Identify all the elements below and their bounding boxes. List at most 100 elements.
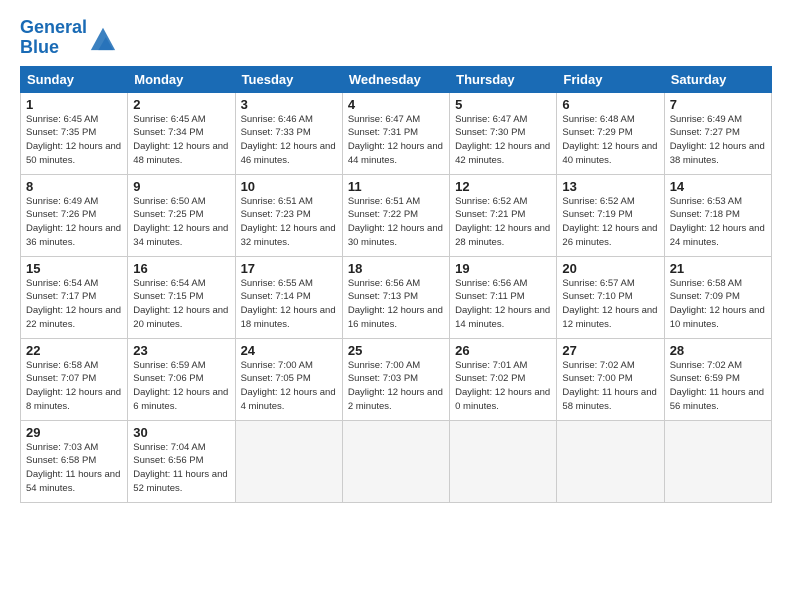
day-number: 11 — [348, 179, 444, 194]
header-friday: Friday — [557, 66, 664, 92]
calendar-day-cell: 15 Sunrise: 6:54 AMSunset: 7:17 PMDaylig… — [21, 256, 128, 338]
day-info: Sunrise: 6:48 AMSunset: 7:29 PMDaylight:… — [562, 113, 658, 168]
day-number: 10 — [241, 179, 337, 194]
calendar-day-cell: 8 Sunrise: 6:49 AMSunset: 7:26 PMDayligh… — [21, 174, 128, 256]
day-number: 18 — [348, 261, 444, 276]
day-info: Sunrise: 6:47 AMSunset: 7:31 PMDaylight:… — [348, 113, 444, 168]
calendar-header-row: Sunday Monday Tuesday Wednesday Thursday… — [21, 66, 772, 92]
day-info: Sunrise: 6:55 AMSunset: 7:14 PMDaylight:… — [241, 277, 337, 332]
header-sunday: Sunday — [21, 66, 128, 92]
calendar-day-cell: 10 Sunrise: 6:51 AMSunset: 7:23 PMDaylig… — [235, 174, 342, 256]
day-number: 22 — [26, 343, 122, 358]
calendar-day-cell — [235, 420, 342, 502]
day-info: Sunrise: 6:58 AMSunset: 7:09 PMDaylight:… — [670, 277, 766, 332]
day-number: 4 — [348, 97, 444, 112]
day-info: Sunrise: 6:53 AMSunset: 7:18 PMDaylight:… — [670, 195, 766, 250]
day-info: Sunrise: 6:49 AMSunset: 7:26 PMDaylight:… — [26, 195, 122, 250]
calendar-day-cell: 13 Sunrise: 6:52 AMSunset: 7:19 PMDaylig… — [557, 174, 664, 256]
day-number: 2 — [133, 97, 229, 112]
calendar-day-cell: 30 Sunrise: 7:04 AMSunset: 6:56 PMDaylig… — [128, 420, 235, 502]
calendar-day-cell: 3 Sunrise: 6:46 AMSunset: 7:33 PMDayligh… — [235, 92, 342, 174]
day-number: 5 — [455, 97, 551, 112]
day-info: Sunrise: 6:47 AMSunset: 7:30 PMDaylight:… — [455, 113, 551, 168]
calendar-day-cell: 5 Sunrise: 6:47 AMSunset: 7:30 PMDayligh… — [450, 92, 557, 174]
calendar-day-cell: 19 Sunrise: 6:56 AMSunset: 7:11 PMDaylig… — [450, 256, 557, 338]
calendar-day-cell: 11 Sunrise: 6:51 AMSunset: 7:22 PMDaylig… — [342, 174, 449, 256]
day-number: 1 — [26, 97, 122, 112]
day-number: 24 — [241, 343, 337, 358]
day-info: Sunrise: 6:52 AMSunset: 7:21 PMDaylight:… — [455, 195, 551, 250]
calendar-day-cell: 9 Sunrise: 6:50 AMSunset: 7:25 PMDayligh… — [128, 174, 235, 256]
calendar-day-cell: 18 Sunrise: 6:56 AMSunset: 7:13 PMDaylig… — [342, 256, 449, 338]
day-info: Sunrise: 7:02 AMSunset: 7:00 PMDaylight:… — [562, 359, 658, 414]
header-saturday: Saturday — [664, 66, 771, 92]
day-info: Sunrise: 6:45 AMSunset: 7:35 PMDaylight:… — [26, 113, 122, 168]
calendar-day-cell — [557, 420, 664, 502]
calendar-day-cell: 16 Sunrise: 6:54 AMSunset: 7:15 PMDaylig… — [128, 256, 235, 338]
day-number: 7 — [670, 97, 766, 112]
calendar-day-cell: 4 Sunrise: 6:47 AMSunset: 7:31 PMDayligh… — [342, 92, 449, 174]
calendar-day-cell: 20 Sunrise: 6:57 AMSunset: 7:10 PMDaylig… — [557, 256, 664, 338]
day-number: 26 — [455, 343, 551, 358]
logo-icon — [89, 24, 117, 52]
calendar-day-cell: 27 Sunrise: 7:02 AMSunset: 7:00 PMDaylig… — [557, 338, 664, 420]
day-number: 8 — [26, 179, 122, 194]
calendar-day-cell: 7 Sunrise: 6:49 AMSunset: 7:27 PMDayligh… — [664, 92, 771, 174]
day-number: 25 — [348, 343, 444, 358]
calendar-table: Sunday Monday Tuesday Wednesday Thursday… — [20, 66, 772, 503]
day-number: 15 — [26, 261, 122, 276]
day-number: 17 — [241, 261, 337, 276]
calendar-day-cell: 25 Sunrise: 7:00 AMSunset: 7:03 PMDaylig… — [342, 338, 449, 420]
day-info: Sunrise: 7:01 AMSunset: 7:02 PMDaylight:… — [455, 359, 551, 414]
calendar-day-cell — [450, 420, 557, 502]
day-info: Sunrise: 6:46 AMSunset: 7:33 PMDaylight:… — [241, 113, 337, 168]
header-wednesday: Wednesday — [342, 66, 449, 92]
day-info: Sunrise: 6:51 AMSunset: 7:23 PMDaylight:… — [241, 195, 337, 250]
calendar-day-cell: 22 Sunrise: 6:58 AMSunset: 7:07 PMDaylig… — [21, 338, 128, 420]
day-info: Sunrise: 7:03 AMSunset: 6:58 PMDaylight:… — [26, 441, 122, 496]
day-info: Sunrise: 7:02 AMSunset: 6:59 PMDaylight:… — [670, 359, 766, 414]
day-info: Sunrise: 6:54 AMSunset: 7:17 PMDaylight:… — [26, 277, 122, 332]
day-info: Sunrise: 6:54 AMSunset: 7:15 PMDaylight:… — [133, 277, 229, 332]
calendar-week-row: 8 Sunrise: 6:49 AMSunset: 7:26 PMDayligh… — [21, 174, 772, 256]
calendar-day-cell: 29 Sunrise: 7:03 AMSunset: 6:58 PMDaylig… — [21, 420, 128, 502]
calendar-week-row: 29 Sunrise: 7:03 AMSunset: 6:58 PMDaylig… — [21, 420, 772, 502]
day-number: 21 — [670, 261, 766, 276]
calendar-day-cell — [664, 420, 771, 502]
calendar-day-cell: 26 Sunrise: 7:01 AMSunset: 7:02 PMDaylig… — [450, 338, 557, 420]
day-info: Sunrise: 6:50 AMSunset: 7:25 PMDaylight:… — [133, 195, 229, 250]
day-info: Sunrise: 6:45 AMSunset: 7:34 PMDaylight:… — [133, 113, 229, 168]
calendar-day-cell: 6 Sunrise: 6:48 AMSunset: 7:29 PMDayligh… — [557, 92, 664, 174]
day-number: 19 — [455, 261, 551, 276]
page-container: GeneralBlue Sunday Monday Tuesday Wednes… — [0, 0, 792, 513]
calendar-week-row: 22 Sunrise: 6:58 AMSunset: 7:07 PMDaylig… — [21, 338, 772, 420]
day-number: 28 — [670, 343, 766, 358]
header-monday: Monday — [128, 66, 235, 92]
calendar-day-cell: 2 Sunrise: 6:45 AMSunset: 7:34 PMDayligh… — [128, 92, 235, 174]
day-info: Sunrise: 6:56 AMSunset: 7:11 PMDaylight:… — [455, 277, 551, 332]
calendar-day-cell — [342, 420, 449, 502]
day-info: Sunrise: 6:51 AMSunset: 7:22 PMDaylight:… — [348, 195, 444, 250]
day-info: Sunrise: 6:52 AMSunset: 7:19 PMDaylight:… — [562, 195, 658, 250]
day-number: 9 — [133, 179, 229, 194]
day-number: 20 — [562, 261, 658, 276]
logo: GeneralBlue — [20, 18, 117, 58]
logo-text: GeneralBlue — [20, 18, 87, 58]
day-info: Sunrise: 6:49 AMSunset: 7:27 PMDaylight:… — [670, 113, 766, 168]
day-info: Sunrise: 6:59 AMSunset: 7:06 PMDaylight:… — [133, 359, 229, 414]
day-info: Sunrise: 7:00 AMSunset: 7:03 PMDaylight:… — [348, 359, 444, 414]
header-tuesday: Tuesday — [235, 66, 342, 92]
day-number: 30 — [133, 425, 229, 440]
day-number: 3 — [241, 97, 337, 112]
calendar-day-cell: 1 Sunrise: 6:45 AMSunset: 7:35 PMDayligh… — [21, 92, 128, 174]
day-number: 12 — [455, 179, 551, 194]
day-info: Sunrise: 6:56 AMSunset: 7:13 PMDaylight:… — [348, 277, 444, 332]
header: GeneralBlue — [20, 18, 772, 58]
calendar-day-cell: 12 Sunrise: 6:52 AMSunset: 7:21 PMDaylig… — [450, 174, 557, 256]
calendar-day-cell: 23 Sunrise: 6:59 AMSunset: 7:06 PMDaylig… — [128, 338, 235, 420]
day-info: Sunrise: 7:00 AMSunset: 7:05 PMDaylight:… — [241, 359, 337, 414]
calendar-week-row: 15 Sunrise: 6:54 AMSunset: 7:17 PMDaylig… — [21, 256, 772, 338]
calendar-day-cell: 24 Sunrise: 7:00 AMSunset: 7:05 PMDaylig… — [235, 338, 342, 420]
day-number: 6 — [562, 97, 658, 112]
calendar-day-cell: 17 Sunrise: 6:55 AMSunset: 7:14 PMDaylig… — [235, 256, 342, 338]
